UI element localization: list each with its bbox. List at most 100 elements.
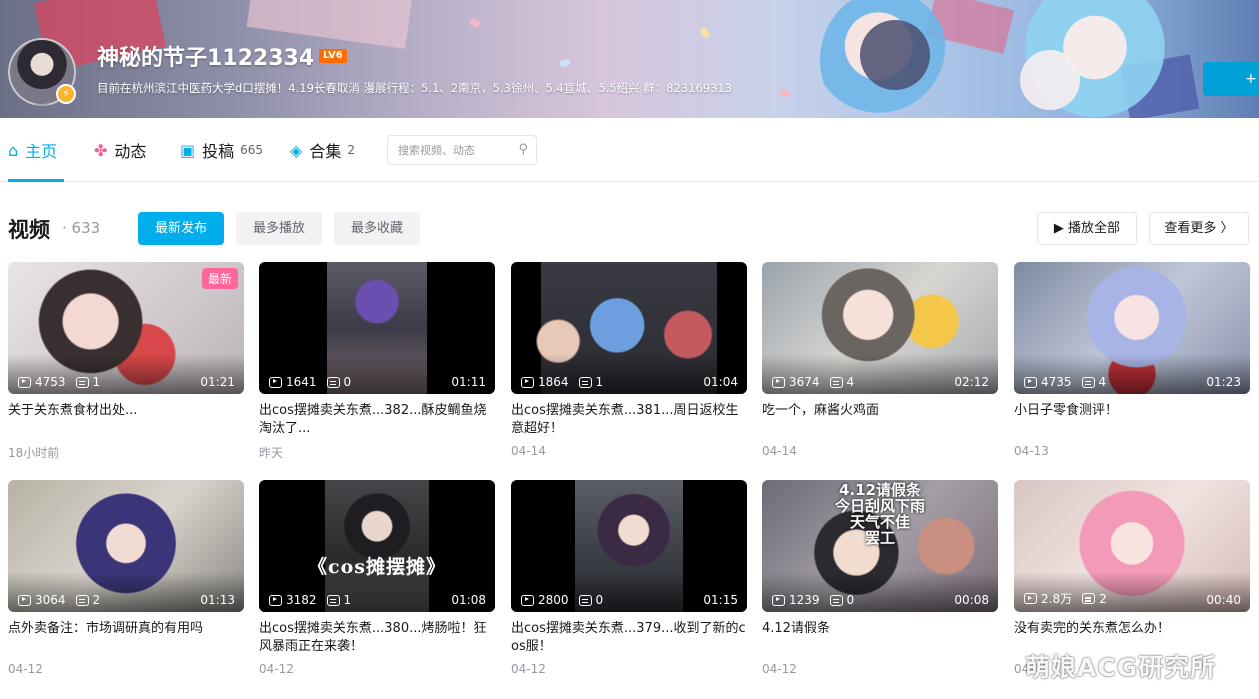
video-card[interactable]: 1864 1 01:04 出cos摆摊卖关东煮...381...周日返校生意超好… (511, 262, 747, 458)
danmaku-count: 2 (1099, 591, 1107, 606)
video-title[interactable]: 小日子零食测评！ (1014, 402, 1250, 438)
danmaku-icon (578, 376, 592, 388)
video-title[interactable]: 出cos摆摊卖关东煮...380...烤肠啦！狂风暴雨正在来袭！ (259, 620, 495, 656)
video-thumbnail[interactable]: 1239 0 00:08 4.12请假条 今日刮风下雨 天气不佳 罢工 (762, 480, 998, 612)
video-thumbnail[interactable]: 2800 0 01:15 (511, 480, 747, 612)
video-date: 18小时前 (8, 446, 60, 460)
danmaku-icon (829, 594, 843, 606)
tab-dynamic[interactable]: ✤ 动态 (94, 140, 147, 162)
tab-home-label: 主页 (25, 142, 58, 161)
play-count-icon (772, 594, 785, 606)
video-card[interactable]: 4735 4 01:23 小日子零食测评！ 04-13 (1014, 262, 1250, 458)
tab-uploads-label: 投稿 (202, 142, 235, 161)
video-card[interactable]: 3674 4 02:12 吃一个，麻酱火鸡面 04-14 (762, 262, 998, 458)
sort-most-played-button[interactable]: 最多播放 (236, 212, 322, 245)
play-count: 3064 (35, 593, 66, 607)
thumbnail-note: 4.12请假条 今日刮风下雨 天气不佳 罢工 (834, 481, 925, 547)
video-duration: 01:13 (200, 593, 235, 607)
danmaku-icon (578, 594, 592, 606)
video-thumbnail[interactable]: 4735 4 01:23 (1014, 262, 1250, 394)
banner-bunny (1020, 50, 1080, 110)
see-more-button[interactable]: 查看更多 〉 (1149, 212, 1249, 245)
danmaku-icon (326, 376, 340, 388)
danmaku-icon (1081, 376, 1095, 388)
tab-dynamic-label: 动态 (114, 142, 147, 161)
video-stats: 2800 0 (521, 593, 613, 607)
danmaku-count: 2 (92, 593, 101, 607)
level-badge: LV6 (319, 49, 347, 63)
play-count: 3182 (286, 593, 317, 607)
sort-most-favorited-button[interactable]: 最多收藏 (334, 212, 420, 245)
banner-confetti (779, 89, 791, 97)
video-title[interactable]: 出cos摆摊卖关东煮...379...收到了新的cos服！ (511, 620, 747, 656)
danmaku-icon (75, 376, 89, 388)
play-count: 1864 (538, 375, 569, 389)
video-thumbnail[interactable]: 3064 2 01:13 (8, 480, 244, 612)
danmaku-count: 1 (92, 375, 101, 389)
video-date: 04-14 (511, 444, 546, 458)
danmaku-icon (75, 594, 89, 606)
video-stats: 3064 2 (18, 593, 110, 607)
section-title: 视频 (8, 218, 50, 242)
play-all-button[interactable]: ▶ 播放全部 (1037, 212, 1137, 245)
video-card[interactable]: 1641 0 01:11 出cos摆摊卖关东煮...382...酥皮鲷鱼烧淘汰了… (259, 262, 495, 461)
video-card[interactable]: 4753 1 01:21 最新 关于关东煮食材出处... 18小时前 (8, 262, 244, 461)
sort-latest-button[interactable]: 最新发布 (138, 212, 224, 245)
video-duration: 00:40 (1206, 593, 1241, 607)
home-icon: ⌂ (8, 140, 19, 160)
video-card[interactable]: 2800 0 01:15 出cos摆摊卖关东煮...379...收到了新的cos… (511, 480, 747, 676)
video-thumbnail[interactable]: 3674 4 02:12 (762, 262, 998, 394)
video-title[interactable]: 吃一个，麻酱火鸡面 (762, 402, 998, 438)
play-count-icon (18, 594, 31, 606)
video-duration: 01:11 (451, 375, 486, 389)
video-title[interactable]: 出cos摆摊卖关东煮...381...周日返校生意超好！ (511, 402, 747, 438)
banner-confetti (469, 17, 481, 29)
banner-bear (860, 20, 930, 90)
video-card[interactable]: 3182 1 01:08 《cos摊摆摊》 出cos摆摊卖关东煮...380..… (259, 480, 495, 676)
video-title[interactable]: 4.12请假条 (762, 620, 998, 656)
video-card[interactable]: 1239 0 00:08 4.12请假条 今日刮风下雨 天气不佳 罢工 4.12… (762, 480, 998, 676)
video-title[interactable]: 关于关东煮食材出处... (8, 402, 244, 438)
video-duration: 01:21 (200, 375, 235, 389)
lightning-icon: ⚡ (56, 84, 76, 104)
video-thumbnail[interactable]: 3182 1 01:08 《cos摊摆摊》 (259, 480, 495, 612)
video-duration: 00:08 (954, 593, 989, 607)
video-date: 04-14 (762, 444, 797, 458)
video-date: 04-12 (259, 662, 294, 676)
video-duration: 01:15 (703, 593, 738, 607)
video-title[interactable]: 点外卖备注：市场调研真的有用吗 (8, 620, 244, 656)
tab-home[interactable]: ⌂ 主页 (8, 140, 58, 162)
video-date: 04-12 (511, 662, 546, 676)
play-count-icon (18, 376, 31, 388)
danmaku-icon (1082, 593, 1096, 604)
profile-banner: ⚡ 神秘的节子1122334 LV6 目前在杭州滨江中医药大学d口摆摊！4.19… (0, 0, 1259, 118)
video-title[interactable]: 出cos摆摊卖关东煮...382...酥皮鲷鱼烧淘汰了... (259, 402, 495, 438)
new-badge: 最新 (201, 268, 238, 289)
video-stats: 3674 4 (772, 375, 864, 389)
avatar[interactable]: ⚡ (8, 38, 76, 106)
play-count: 4735 (1041, 375, 1072, 389)
video-stats: 3182 1 (269, 593, 361, 607)
video-duration: 01:04 (703, 375, 738, 389)
danmaku-count: 1 (595, 375, 604, 389)
video-stats: 4735 4 (1024, 375, 1116, 389)
video-card[interactable]: 2.8万 2 00:40 没有卖完的关东煮怎么办！ 04-12 (1014, 480, 1250, 676)
thumbnail-caption: 《cos摊摆摊》 (308, 556, 446, 578)
video-thumbnail[interactable]: 4753 1 01:21 最新 (8, 262, 244, 394)
search-icon[interactable]: ⚲ (518, 142, 528, 157)
video-thumbnail[interactable]: 2.8万 2 00:40 (1014, 480, 1250, 612)
tab-collections[interactable]: ◈ 合集 2 (290, 140, 355, 162)
follow-button[interactable]: + (1203, 62, 1259, 96)
danmaku-count: 0 (343, 375, 352, 389)
play-count-icon (269, 594, 282, 606)
video-thumbnail[interactable]: 1864 1 01:04 (511, 262, 747, 394)
video-card[interactable]: 3064 2 01:13 点外卖备注：市场调研真的有用吗 04-12 (8, 480, 244, 676)
video-thumbnail[interactable]: 1641 0 01:11 (259, 262, 495, 394)
tab-uploads[interactable]: ▣ 投稿 665 (180, 140, 264, 162)
search-input[interactable] (388, 136, 508, 164)
uploads-count: 665 (240, 143, 264, 157)
video-date: 昨天 (259, 446, 284, 460)
video-stats: 4753 1 (18, 375, 110, 389)
video-stats: 1239 0 (772, 593, 864, 607)
danmaku-count: 0 (846, 593, 855, 607)
